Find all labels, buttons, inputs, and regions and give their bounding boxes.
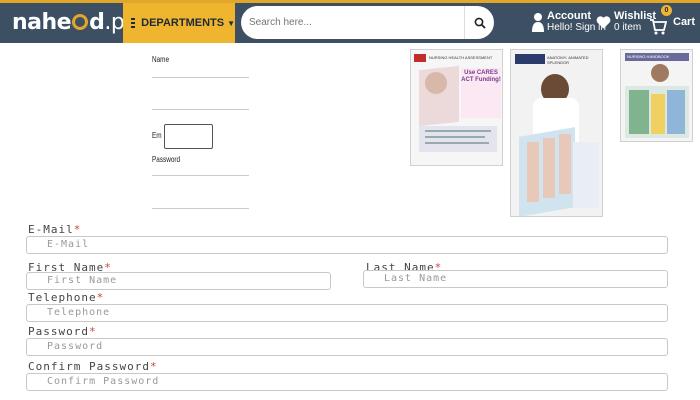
password-field-line-2[interactable] <box>152 208 249 209</box>
search-bar <box>241 6 494 39</box>
email-label: E-Mail* <box>28 223 82 236</box>
search-button[interactable] <box>464 6 494 39</box>
product-card-2[interactable]: ANATOMY: ANIMATED SPLENDOR <box>510 49 603 217</box>
telephone-label: Telephone* <box>28 291 105 304</box>
product-card-1[interactable]: NURSING HEALTH ASSESSMENT Use CARES ACT … <box>410 49 503 166</box>
email-label: Em <box>152 131 162 140</box>
password-input[interactable]: Password <box>26 338 668 356</box>
departments-label: DEPARTMENTS <box>141 17 225 29</box>
product-3-title: NURSING HANDBOOK <box>627 54 670 59</box>
chevron-down-icon: ▼ <box>227 18 235 28</box>
email-input-box[interactable] <box>164 124 213 149</box>
product-2-title: ANATOMY: ANIMATED SPLENDOR <box>547 55 589 65</box>
search-icon <box>474 17 486 29</box>
user-icon <box>532 13 544 32</box>
name-field-line-2[interactable] <box>152 109 249 110</box>
cart-link[interactable]: 0 Cart <box>649 5 696 37</box>
cart-label: Cart <box>673 16 696 28</box>
password-label: Password <box>152 155 181 164</box>
name-label: Name <box>152 55 170 64</box>
hamburger-icon <box>131 18 136 28</box>
last-name-input[interactable]: Last Name <box>363 270 668 288</box>
first-name-input[interactable]: First Name <box>26 272 331 290</box>
confirm-password-input[interactable]: Confirm Password <box>26 373 668 391</box>
password-field-line[interactable] <box>152 175 249 176</box>
account-link[interactable]: Account Hello! Sign in <box>532 10 606 34</box>
cart-icon <box>650 19 667 35</box>
confirm-password-label: Confirm Password* <box>28 360 158 373</box>
wishlist-link[interactable]: Wishlist 0 item <box>596 10 656 34</box>
name-field-line[interactable] <box>152 77 249 78</box>
site-header: nahed.pk DEPARTMENTS ▼ Account Hello! Si… <box>0 3 700 43</box>
product-1-badge: Use CARES ACT Funding! <box>461 70 501 83</box>
logo-ring-icon <box>72 14 89 30</box>
site-logo[interactable]: nahe d.pk <box>12 9 137 37</box>
product-card-3[interactable]: NURSING HANDBOOK <box>620 49 693 142</box>
departments-button[interactable]: DEPARTMENTS ▼ <box>123 3 235 43</box>
password-label: Password* <box>28 325 97 338</box>
product-1-title: NURSING HEALTH ASSESSMENT <box>429 55 493 60</box>
cart-count-badge: 0 <box>661 5 672 16</box>
telephone-input[interactable]: Telephone <box>26 304 668 322</box>
heart-icon <box>596 16 611 29</box>
search-input[interactable] <box>241 6 456 39</box>
email-input[interactable]: E-Mail <box>26 236 668 254</box>
